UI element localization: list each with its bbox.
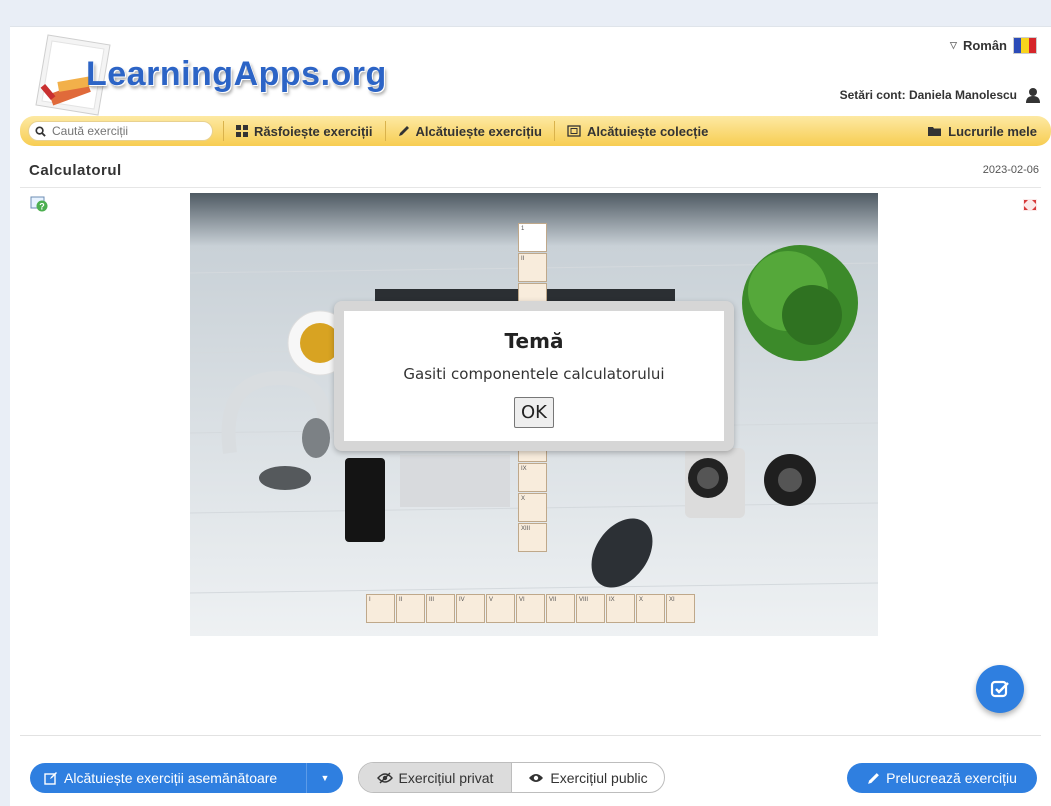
divider [20,735,1041,736]
horizontal-cell[interactable]: VII [546,594,575,623]
nav-create-exercise-label: Alcătuiește exercițiu [415,123,542,139]
public-label: Exercițiul public [550,769,648,786]
search-box[interactable] [28,121,213,141]
divider [20,187,1041,188]
exercise-title: Calculatorul [29,162,122,179]
horizontal-cell[interactable]: III [426,594,455,623]
account-settings[interactable]: Setări cont: Daniela Manolescu [840,87,1041,103]
task-dialog-body: Temă Gasiti componentele calculatorului … [344,311,724,441]
nav-browse-label: Răsfoiește exerciții [254,123,373,139]
nav-create-collection[interactable]: Alcătuiește colecție [553,121,720,141]
user-icon [1026,88,1040,103]
horizontal-cell[interactable]: V [486,594,515,623]
edit-exercise-button[interactable]: Prelucrează exercițiu [847,763,1037,793]
create-similar-label: Alcătuiește exerciții asemănătoare [64,770,278,786]
vertical-cell[interactable]: XIII [518,523,547,552]
visibility-toggle[interactable]: Exercițiul privat Exercițiul public [358,762,665,793]
grid-icon [236,125,248,137]
search-icon [35,125,46,137]
pencil-icon [868,772,880,784]
vertical-cell[interactable]: 1 [518,223,547,252]
task-dialog-title: Temă [504,329,564,353]
edit-square-icon [44,772,57,785]
vertical-cell[interactable]: II [518,253,547,282]
task-dialog-text: Gasiti componentele calculatorului [403,365,665,383]
page: LearningApps.org ▽ Român Setări cont: Da… [10,26,1051,806]
app-canvas[interactable]: 1 II IX X XIII I II III IV V VI VII VIII IX X XI Temă … [190,193,878,636]
svg-text:?: ? [39,202,45,212]
horizontal-cell[interactable]: XI [666,594,695,623]
main-navbar: Răsfoiește exerciții Alcătuiește exerciț… [20,116,1051,146]
logo-text[interactable]: LearningApps.org [86,55,387,94]
check-answer-button[interactable] [976,665,1024,713]
ok-button[interactable]: OK [514,397,554,428]
account-label: Setări cont: Daniela Manolescu [839,88,1017,102]
create-similar-button[interactable]: Alcătuiește exerciții asemănătoare ▼ [30,763,343,793]
nav-my-works[interactable]: Lucrurile mele [916,121,1051,141]
nav-my-works-label: Lucrurile mele [948,123,1037,139]
horizontal-cell[interactable]: I [366,594,395,623]
nav-browse-exercises[interactable]: Răsfoiește exerciții [223,121,385,141]
language-selector[interactable]: ▽ Român [950,37,1037,54]
horizontal-cell[interactable]: IV [456,594,485,623]
vertical-cell[interactable]: IX [518,463,547,492]
private-option[interactable]: Exercițiul privat [359,763,512,792]
search-input[interactable] [50,123,204,139]
romania-flag-icon [1013,37,1037,54]
task-dialog: Temă Gasiti componentele calculatorului … [334,301,734,451]
fullscreen-icon[interactable] [1023,199,1037,211]
horizontal-cell[interactable]: IX [606,594,635,623]
collection-icon [567,125,581,137]
pencil-icon [398,126,409,136]
help-icon[interactable]: ? [30,195,48,213]
horizontal-cell[interactable]: X [636,594,665,623]
eye-slash-icon [376,772,393,783]
vertical-cell[interactable]: X [518,493,547,522]
edit-exercise-label: Prelucrează exercițiu [886,770,1017,786]
public-option[interactable]: Exercițiul public [512,763,664,792]
nav-create-exercise[interactable]: Alcătuiește exercițiu [384,121,554,141]
horizontal-cell[interactable]: VIII [576,594,605,623]
check-square-icon [990,680,1009,698]
dropdown-triangle-icon: ▽ [950,40,957,50]
language-label: Român [962,38,1007,53]
private-label: Exercițiul privat [398,769,494,786]
horizontal-cell[interactable]: VI [516,594,545,623]
folder-icon [928,126,942,136]
horizontal-cell[interactable]: II [396,594,425,623]
eye-icon [529,773,544,782]
chevron-down-icon[interactable]: ▼ [306,763,343,793]
exercise-date: 2023-02-06 [982,164,1039,176]
nav-create-collection-label: Alcătuiește colecție [586,123,709,139]
